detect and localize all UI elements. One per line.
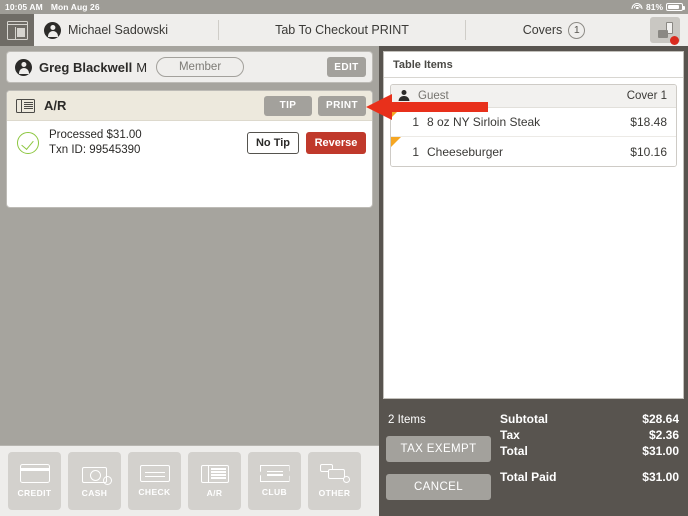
- transaction-id: Txn ID: 99545390: [49, 144, 141, 156]
- right-pane: Table Items Guest Cover 1 1 8 oz NY Sirl…: [379, 46, 688, 516]
- cancel-button[interactable]: CANCEL: [386, 474, 491, 500]
- edit-button[interactable]: EDIT: [327, 57, 366, 77]
- cash-register-icon: [6, 20, 28, 40]
- transaction-card: A/R TIP PRINT Processed $31.00 Txn ID: 9…: [6, 90, 373, 208]
- user-name-label: Michael Sadowski: [68, 23, 169, 37]
- club-ticket-icon: [259, 465, 290, 482]
- payment-tile-credit-label: CREDIT: [17, 488, 52, 498]
- ios-status-bar: 10:05 AM Mon Aug 26 81%: [0, 0, 688, 14]
- subtotal-line: Subtotal $28.64: [500, 412, 679, 426]
- tax-value: $2.36: [648, 428, 679, 442]
- cover-header-row[interactable]: Guest Cover 1: [391, 85, 676, 108]
- item-flag-icon: [391, 108, 401, 118]
- totals-left-column: 2 Items TAX EXEMPT CANCEL: [386, 412, 496, 516]
- reverse-button[interactable]: Reverse: [306, 132, 366, 154]
- member-suffix: M: [136, 59, 148, 75]
- transaction-header-buttons: TIP PRINT: [264, 95, 366, 116]
- total-label: Total: [500, 444, 528, 458]
- screen-title: Tab To Checkout PRINT: [275, 23, 409, 37]
- ar-ticket-icon: [16, 98, 35, 113]
- payment-tile-cash[interactable]: CASH: [68, 452, 121, 510]
- check-circle-icon: [17, 132, 39, 154]
- table-items-panel: Table Items Guest Cover 1 1 8 oz NY Sirl…: [383, 51, 684, 399]
- credit-card-icon: [19, 464, 50, 483]
- payment-tile-cash-label: CASH: [81, 487, 108, 498]
- no-tip-button[interactable]: No Tip: [247, 132, 299, 154]
- total-paid-label: Total Paid: [500, 470, 557, 484]
- item-name: 8 oz NY Sirloin Steak: [427, 115, 541, 129]
- payment-tile-credit[interactable]: CREDIT: [8, 452, 61, 510]
- member-card[interactable]: Greg Blackwell M Member EDIT: [6, 51, 373, 83]
- transaction-header: A/R TIP PRINT: [7, 91, 372, 121]
- status-time: 10:05 AM: [5, 2, 43, 12]
- tip-button[interactable]: TIP: [264, 95, 312, 116]
- payment-tile-check[interactable]: CHECK: [128, 452, 181, 510]
- processed-amount: Processed $31.00: [49, 129, 142, 142]
- alert-badge-icon: [670, 36, 679, 45]
- battery-icon: [666, 3, 685, 11]
- status-date: Mon Aug 26: [50, 2, 100, 12]
- member-type-pill: Member: [156, 57, 245, 77]
- table-row[interactable]: 1 8 oz NY Sirloin Steak $18.48: [391, 108, 676, 137]
- other-payment-icon: [319, 464, 350, 483]
- transaction-type-label: A/R: [44, 98, 67, 113]
- printer-icon: [657, 22, 673, 38]
- payment-tile-club-label: CLUB: [261, 487, 288, 497]
- transaction-actions: No Tip Reverse: [247, 132, 366, 154]
- guest-label: Guest: [418, 90, 449, 102]
- current-user-segment[interactable]: Michael Sadowski: [34, 14, 218, 46]
- total-value: $31.00: [642, 444, 679, 458]
- payment-tile-other[interactable]: OTHER: [308, 452, 361, 510]
- table-items-title: Table Items: [384, 52, 683, 78]
- payment-tile-check-label: CHECK: [138, 487, 171, 497]
- top-navigation-bar: Michael Sadowski Tab To Checkout PRINT C…: [0, 14, 688, 46]
- subtotal-label: Subtotal: [500, 412, 548, 426]
- register-tab-button[interactable]: [0, 14, 34, 46]
- total-paid-value: $31.00: [642, 470, 679, 484]
- payment-tile-ar-label: A/R: [206, 487, 223, 498]
- transaction-status-text: Processed $31.00 Txn ID: 99545390: [49, 128, 142, 157]
- total-line: Total $31.00: [500, 444, 679, 458]
- item-price: $18.48: [630, 115, 667, 129]
- item-flag-icon: [391, 137, 401, 147]
- left-pane: Greg Blackwell M Member EDIT A/R TIP PRI…: [0, 46, 379, 516]
- item-price: $10.16: [630, 144, 667, 159]
- status-right-group: 81%: [631, 2, 685, 12]
- totals-panel: 2 Items TAX EXEMPT CANCEL Subtotal $28.6…: [379, 404, 688, 516]
- totals-right-column: Subtotal $28.64 Tax $2.36 Total $31.00 T…: [496, 412, 679, 516]
- subtotal-value: $28.64: [642, 412, 679, 426]
- cash-icon: [82, 466, 112, 485]
- covers-count-badge: 1: [568, 21, 586, 39]
- payment-tile-ar[interactable]: A/R: [188, 452, 241, 510]
- payment-method-toolbar: CREDIT CASH CHECK A/R CLUB OTHER: [0, 445, 379, 516]
- cover-number-label: Cover 1: [626, 90, 667, 102]
- member-avatar-icon: [15, 58, 32, 76]
- pos-app-screen: 10:05 AM Mon Aug 26 81% Michael Sadowski…: [0, 0, 688, 516]
- check-icon: [139, 465, 170, 482]
- tax-line: Tax $2.36: [500, 428, 679, 442]
- table-items-list: Guest Cover 1 1 8 oz NY Sirloin Steak $1…: [390, 84, 677, 167]
- printer-button-wrap[interactable]: [642, 14, 688, 46]
- battery-percent: 81%: [645, 2, 663, 12]
- total-paid-line: Total Paid $31.00: [500, 470, 679, 484]
- table-row[interactable]: 1 Cheeseburger $10.16: [391, 137, 676, 166]
- item-name: Cheeseburger: [427, 144, 504, 159]
- member-name: Greg Blackwell: [39, 59, 133, 75]
- covers-label: Covers: [522, 23, 563, 37]
- guest-icon: [398, 90, 410, 102]
- ar-ticket-icon: [200, 464, 229, 483]
- tax-exempt-button[interactable]: TAX EXEMPT: [386, 436, 491, 462]
- tax-label: Tax: [500, 428, 520, 442]
- wifi-icon: [631, 2, 643, 12]
- items-count-label: 2 Items: [388, 414, 426, 426]
- user-avatar-icon: [44, 21, 61, 39]
- payment-tile-other-label: OTHER: [318, 488, 351, 498]
- transaction-body: Processed $31.00 Txn ID: 99545390 No Tip…: [7, 121, 372, 165]
- covers-segment[interactable]: Covers 1: [466, 14, 642, 46]
- print-button[interactable]: PRINT: [318, 95, 366, 116]
- payment-tile-club[interactable]: CLUB: [248, 452, 301, 510]
